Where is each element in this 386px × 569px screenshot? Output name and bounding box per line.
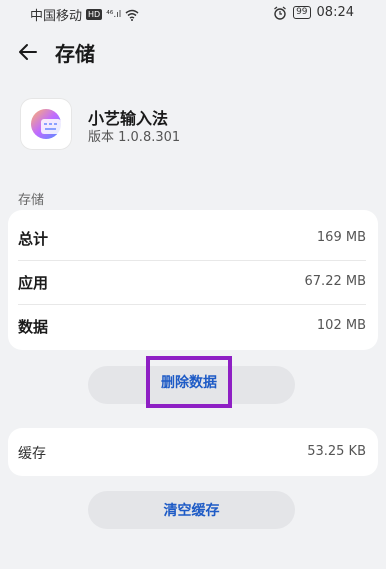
clock: 08:24 [316, 5, 354, 20]
alarm-icon [274, 6, 286, 20]
app-version: 版本 1.0.8.301 [88, 130, 181, 145]
row-label: 数据 [18, 318, 49, 336]
clear-cache-button[interactable]: 清空缓存 [88, 491, 295, 529]
status-bar: 中国移动 HD ⁴⁶.ıl 99 08:24 [0, 0, 386, 26]
row-value: 67.22 MB [304, 274, 366, 289]
app-icon [20, 98, 72, 150]
signal-icon: ⁴⁶.ıl [106, 9, 122, 20]
storage-row-app: 应用 67.22 MB [8, 260, 378, 304]
storage-card: 总计 169 MB 应用 67.22 MB 数据 102 MB [8, 210, 378, 350]
storage-row-data: 数据 102 MB [8, 304, 378, 348]
row-label: 总计 [18, 230, 49, 248]
cache-label: 缓存 [18, 446, 46, 462]
page-title: 存储 [55, 42, 95, 66]
status-left: 中国移动 HD ⁴⁶.ıl [30, 5, 139, 24]
highlight-box: 删除数据 [146, 356, 232, 408]
storage-section-label: 存储 [18, 193, 45, 208]
back-arrow-icon[interactable] [16, 40, 40, 64]
status-right: 99 08:24 [273, 5, 354, 20]
row-label: 应用 [18, 274, 49, 292]
carrier-label: 中国移动 [30, 9, 83, 24]
delete-data-label[interactable]: 删除数据 [161, 372, 217, 392]
row-value: 102 MB [316, 318, 366, 333]
cache-value: 53.25 KB [307, 444, 366, 459]
hd-icon: HD [86, 9, 103, 20]
row-value: 169 MB [316, 230, 366, 245]
wifi-icon [125, 9, 139, 21]
storage-row-total: 总计 169 MB [8, 216, 378, 260]
battery-icon: 99 [293, 6, 311, 19]
cache-card: 缓存 53.25 KB [8, 428, 378, 476]
keyboard-globe-icon [31, 109, 61, 139]
